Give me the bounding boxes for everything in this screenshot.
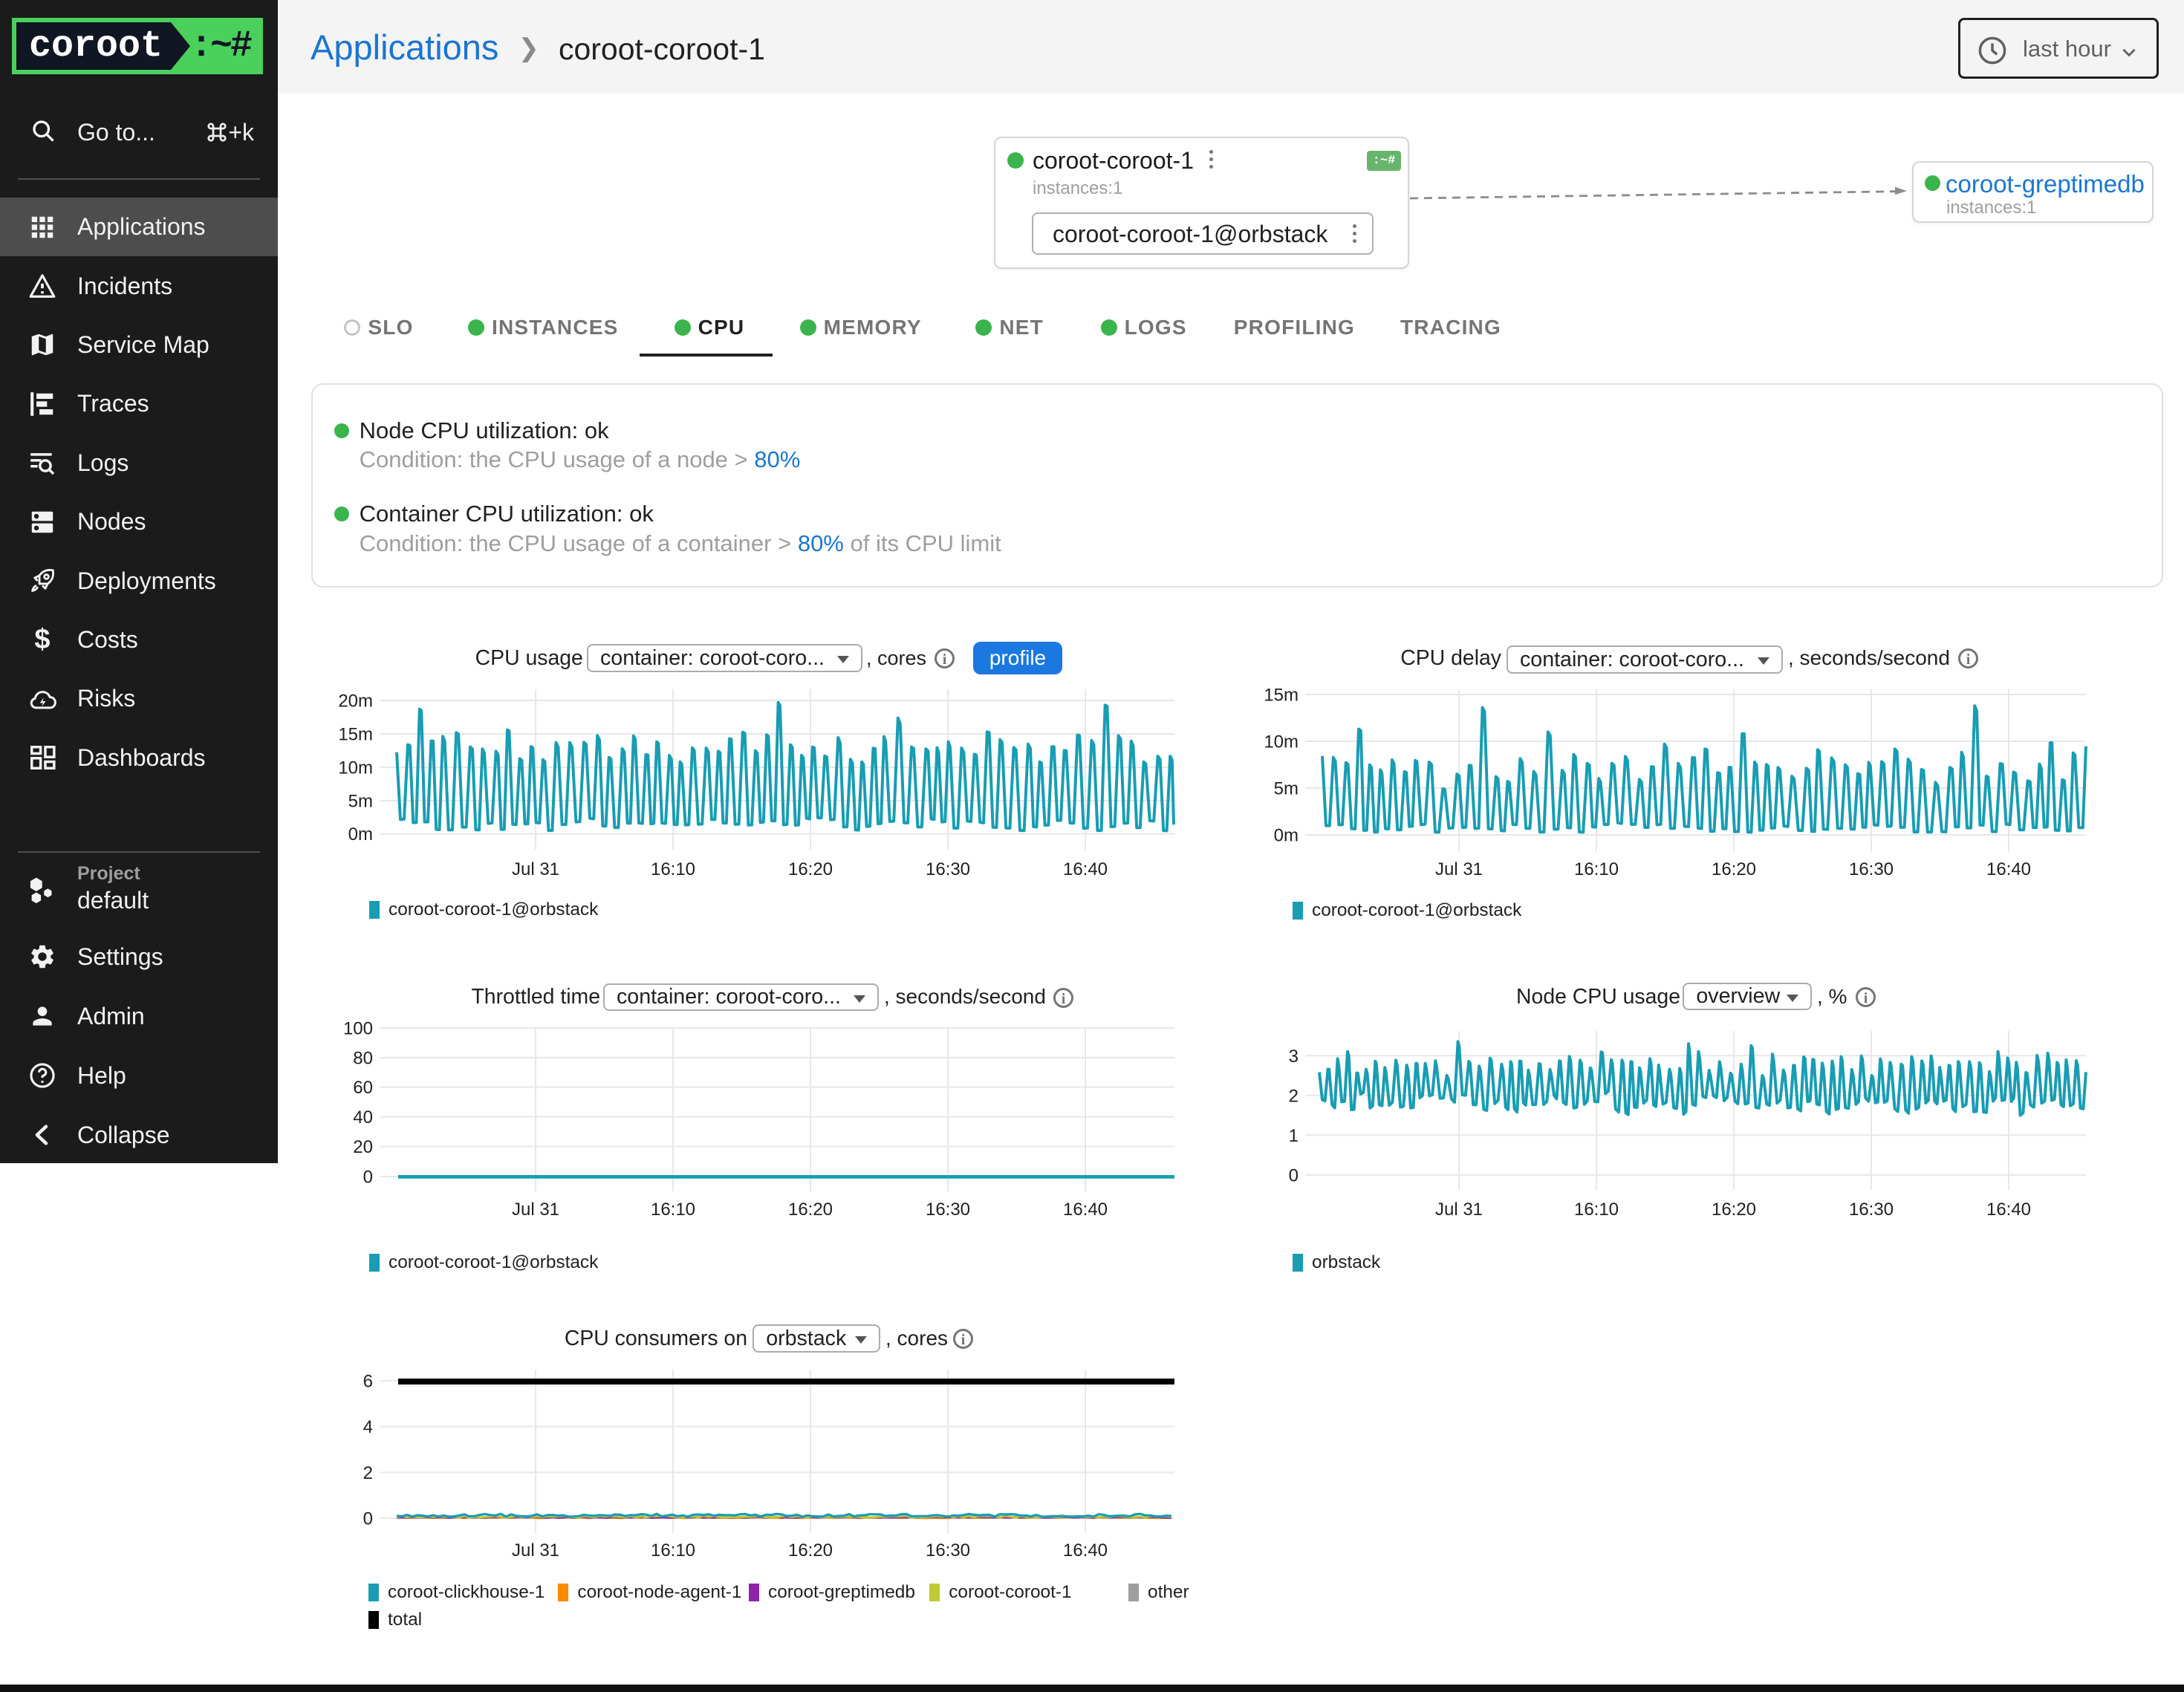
- svg-text:16:20: 16:20: [788, 859, 833, 879]
- svg-text:10m: 10m: [338, 758, 373, 778]
- svg-text:Jul 31: Jul 31: [512, 859, 559, 879]
- svg-text:16:40: 16:40: [1986, 1200, 2031, 1220]
- svg-text:4: 4: [363, 1417, 373, 1437]
- svg-text:16:30: 16:30: [926, 859, 970, 879]
- svg-text:0: 0: [363, 1509, 373, 1529]
- svg-text:16:30: 16:30: [926, 1540, 970, 1561]
- svg-text:16:40: 16:40: [1063, 859, 1108, 879]
- svg-text:Jul 31: Jul 31: [1435, 859, 1483, 879]
- svg-text:40: 40: [353, 1107, 373, 1128]
- svg-text:16:40: 16:40: [1986, 859, 2031, 879]
- svg-text:16:30: 16:30: [926, 1200, 970, 1220]
- svg-text:5m: 5m: [1274, 779, 1299, 799]
- svg-text:16:40: 16:40: [1063, 1200, 1108, 1220]
- svg-text:0m: 0m: [1274, 826, 1299, 846]
- svg-text:0m: 0m: [348, 824, 373, 845]
- svg-text:Jul 31: Jul 31: [1435, 1200, 1483, 1220]
- svg-text:6: 6: [363, 1372, 373, 1392]
- svg-text:16:30: 16:30: [1849, 1200, 1894, 1220]
- svg-text:16:10: 16:10: [1574, 859, 1619, 879]
- svg-text:16:30: 16:30: [1849, 859, 1894, 879]
- svg-text:Jul 31: Jul 31: [512, 1200, 559, 1220]
- svg-text:2: 2: [1289, 1086, 1299, 1106]
- svg-text:Jul 31: Jul 31: [512, 1540, 559, 1561]
- svg-text:1: 1: [1289, 1126, 1299, 1146]
- svg-text:100: 100: [343, 1019, 373, 1039]
- svg-text:16:40: 16:40: [1063, 1540, 1108, 1561]
- svg-text:16:10: 16:10: [1574, 1200, 1619, 1220]
- svg-text:10m: 10m: [1264, 732, 1299, 752]
- svg-text:16:20: 16:20: [788, 1200, 833, 1220]
- svg-text:15m: 15m: [338, 725, 373, 745]
- svg-text:20: 20: [353, 1137, 373, 1157]
- svg-text:16:20: 16:20: [788, 1540, 833, 1561]
- svg-text:16:20: 16:20: [1712, 1200, 1756, 1220]
- svg-text:16:10: 16:10: [651, 1200, 695, 1220]
- svg-text:80: 80: [353, 1049, 373, 1069]
- svg-text:3: 3: [1289, 1047, 1299, 1067]
- svg-text:20m: 20m: [338, 692, 373, 712]
- svg-text:16:10: 16:10: [651, 859, 695, 879]
- svg-text:60: 60: [353, 1078, 373, 1098]
- svg-text:15m: 15m: [1264, 686, 1299, 706]
- svg-text:2: 2: [363, 1463, 373, 1483]
- svg-text:0: 0: [363, 1168, 373, 1188]
- svg-text:0: 0: [1289, 1166, 1299, 1186]
- svg-text:16:20: 16:20: [1712, 859, 1756, 879]
- svg-text:16:10: 16:10: [651, 1540, 695, 1561]
- svg-text:5m: 5m: [348, 792, 373, 812]
